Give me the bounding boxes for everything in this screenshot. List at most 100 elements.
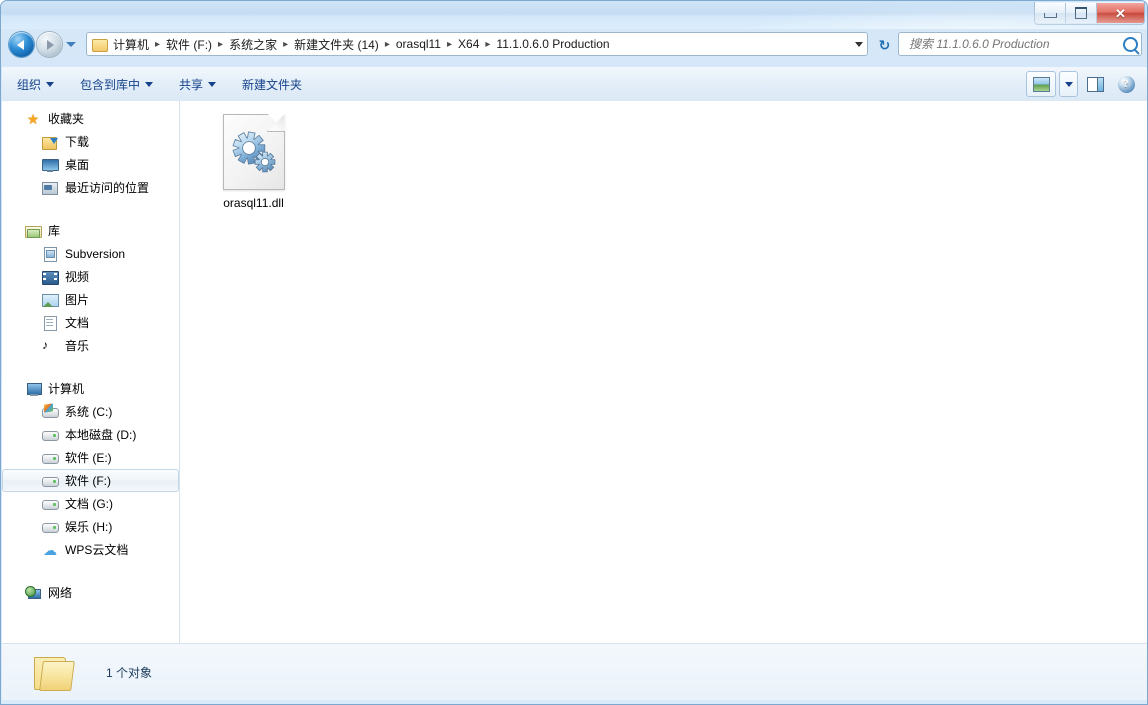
nav-group-header[interactable]: 库 (2, 219, 179, 242)
status-text: 1 个对象 (106, 665, 153, 680)
open-folder-icon (30, 652, 76, 692)
search-icon[interactable] (1119, 36, 1141, 52)
drive-icon (42, 427, 59, 443)
refresh-button[interactable]: ↻ (872, 32, 897, 58)
sidebar-item[interactable]: ♪ 音乐 (2, 334, 179, 357)
breadcrumb-separator-icon[interactable]: ▸ (153, 39, 162, 50)
status-bar: 1 个对象 (2, 643, 1147, 700)
computer-icon (25, 381, 42, 397)
sidebar-item[interactable]: 视频 (2, 265, 179, 288)
breadcrumb-item[interactable]: 系统之家 (225, 34, 281, 55)
arrow-right-icon (47, 39, 54, 50)
sidebar-item-label: 系统 (C:) (65, 405, 113, 419)
breadcrumb-item[interactable]: 11.1.0.6.0 Production (492, 35, 613, 53)
sidebar-item[interactable]: 文档 (G:) (2, 492, 179, 515)
search-input[interactable] (907, 36, 1119, 52)
nav-group-spacer (2, 361, 179, 377)
toolbar-item-label: 共享 (179, 77, 204, 92)
preview-pane-icon (1086, 76, 1104, 92)
sidebar-item[interactable]: Subversion (2, 242, 179, 265)
breadcrumb-item[interactable]: 软件 (F:) (162, 34, 216, 55)
sidebar-item[interactable]: 下载 (2, 130, 179, 153)
nav-group: ★ 收藏夹 下载桌面最近访问的位置 (2, 107, 179, 199)
nav-group-header-label: 收藏夹 (48, 112, 85, 126)
address-dropdown-icon[interactable] (850, 33, 867, 55)
sidebar-item[interactable]: 娱乐 (H:) (2, 515, 179, 538)
title-bar: ✕ (1, 1, 1147, 29)
nav-group-header[interactable]: ★ 收藏夹 (2, 107, 179, 130)
toolbar-item[interactable]: 共享 (168, 71, 227, 97)
forward-button[interactable] (37, 32, 62, 57)
view-mode-button[interactable] (1026, 71, 1056, 97)
recent-locations-dropdown-icon[interactable] (66, 42, 76, 47)
nav-group: 计算机系统 (C:) 本地磁盘 (D:) 软件 (E:) 软件 (F:) 文档 (G:)… (2, 377, 179, 561)
explorer-body: ★ 收藏夹 下载桌面最近访问的位置库 Subversion 视频图片文档 ♪ 音乐计算机系统… (2, 101, 1147, 643)
cloud-icon: ☁ (43, 541, 57, 558)
close-icon: ✕ (1115, 5, 1126, 21)
documents-icon (42, 315, 58, 331)
file-item[interactable]: orasql11.dll (198, 109, 309, 216)
nav-group-header[interactable]: 计算机 (2, 377, 179, 400)
sidebar-item[interactable]: 文档 (2, 311, 179, 334)
breadcrumb-item[interactable]: 新建文件夹 (14) (290, 34, 383, 55)
sidebar-item[interactable]: 软件 (F:) (2, 469, 179, 492)
nav-group: 网络 (2, 581, 179, 604)
address-bar-row: 计算机 ▸ 软件 (F:) ▸ 系统之家 ▸ 新建文件夹 (14) ▸ orasql11 ▸ X64… (1, 29, 1147, 63)
navigation-pane: ★ 收藏夹 下载桌面最近访问的位置库 Subversion 视频图片文档 ♪ 音乐计算机系统… (2, 101, 180, 643)
sidebar-item[interactable]: 系统 (C:) (2, 400, 179, 423)
view-mode-dropdown-button[interactable] (1059, 71, 1078, 97)
sidebar-item[interactable]: 软件 (E:) (2, 446, 179, 469)
nav-group-spacer (2, 565, 179, 581)
view-mode-icon (1032, 76, 1050, 92)
sidebar-item-label: 软件 (F:) (65, 474, 111, 488)
arrow-left-icon (17, 39, 24, 50)
nav-group-spacer (2, 203, 179, 219)
minimize-icon (1043, 12, 1057, 18)
sidebar-item-label: 桌面 (65, 158, 90, 172)
breadcrumb-item[interactable]: 计算机 (109, 34, 153, 55)
breadcrumb-separator-icon[interactable]: ▸ (383, 39, 392, 50)
library-icon (25, 223, 42, 239)
nav-group: 库 Subversion 视频图片文档 ♪ 音乐 (2, 219, 179, 357)
desktop-icon (42, 157, 59, 173)
subversion-icon (42, 246, 58, 262)
toolbar-item[interactable]: 新建文件夹 (231, 71, 313, 97)
sidebar-item-label: 视频 (65, 270, 90, 284)
command-toolbar: 组织 包含到库中 共享 新建文件夹 ? (2, 67, 1147, 102)
sidebar-item[interactable]: 图片 (2, 288, 179, 311)
drive-icon (42, 473, 59, 489)
breadcrumb-separator-icon[interactable]: ▸ (216, 39, 225, 50)
sidebar-item[interactable]: 桌面 (2, 153, 179, 176)
toolbar-item[interactable]: 包含到库中 (69, 71, 164, 97)
breadcrumb-separator-icon[interactable]: ▸ (281, 39, 290, 50)
nav-group-header[interactable]: 网络 (2, 581, 179, 604)
sidebar-item-label: 音乐 (65, 339, 90, 353)
preview-pane-button[interactable] (1081, 71, 1109, 97)
minimize-button[interactable] (1035, 3, 1066, 23)
sidebar-item[interactable]: 本地磁盘 (D:) (2, 423, 179, 446)
drive-icon (42, 496, 59, 512)
address-bar[interactable]: 计算机 ▸ 软件 (F:) ▸ 系统之家 ▸ 新建文件夹 (14) ▸ orasql11 ▸ X64… (86, 32, 868, 56)
file-list-pane[interactable]: orasql11.dll (180, 101, 1147, 643)
help-button[interactable]: ? (1112, 71, 1140, 97)
chevron-down-icon (1064, 81, 1073, 87)
breadcrumb-separator-icon[interactable]: ▸ (445, 39, 454, 50)
sidebar-item-label: Subversion (65, 246, 126, 261)
nav-group-header-label: 库 (48, 224, 61, 238)
back-button[interactable] (9, 32, 34, 57)
dll-gear-icon (222, 114, 285, 190)
breadcrumb-item[interactable]: orasql11 (392, 35, 445, 53)
breadcrumb-separator-icon[interactable]: ▸ (483, 39, 492, 50)
search-box[interactable] (898, 32, 1142, 56)
toolbar-item[interactable]: 组织 (6, 71, 65, 97)
sidebar-item-label: 文档 (G:) (65, 497, 113, 511)
chevron-down-icon (208, 81, 217, 87)
pictures-icon (42, 292, 59, 308)
close-button[interactable]: ✕ (1097, 3, 1144, 23)
sidebar-item-label: 最近访问的位置 (65, 181, 150, 195)
breadcrumb-item[interactable]: X64 (454, 35, 483, 53)
maximize-button[interactable] (1066, 3, 1097, 23)
sidebar-item[interactable]: 最近访问的位置 (2, 176, 179, 199)
sidebar-item[interactable]: ☁ WPS云文档 (2, 538, 179, 561)
sidebar-item-label: 文档 (65, 316, 90, 330)
